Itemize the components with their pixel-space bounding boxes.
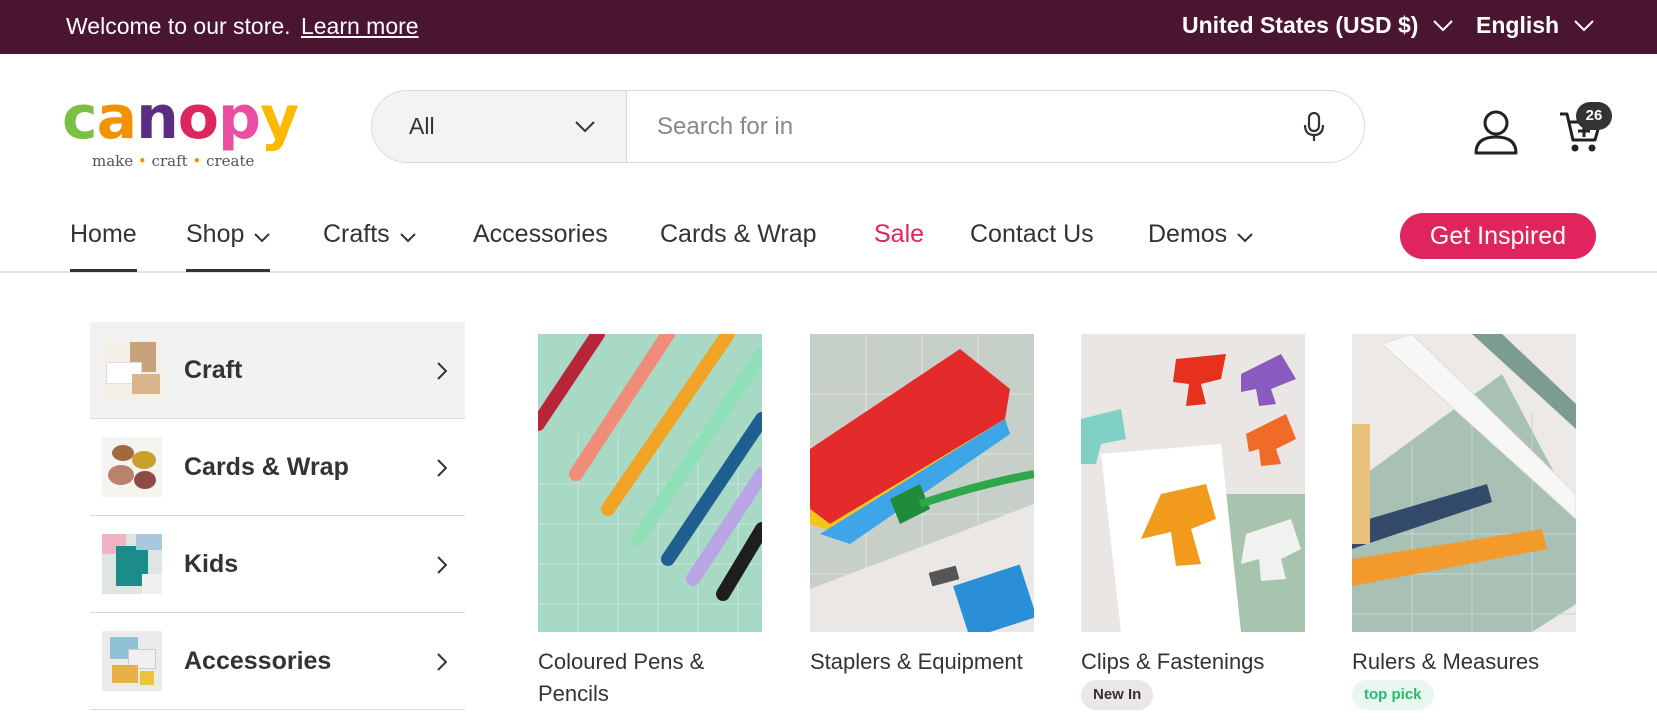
country-label: United States (USD $)	[1182, 12, 1419, 38]
product-card[interactable]: Clips & Fastenings New In	[1081, 334, 1305, 710]
chevron-right-icon	[437, 653, 447, 671]
logo-letter: c	[62, 83, 98, 153]
language-label: English	[1476, 12, 1560, 38]
product-image-pens[interactable]	[538, 334, 762, 632]
category-label: Kids	[184, 549, 239, 578]
cards-wrap-thumbnail	[102, 437, 162, 497]
country-selector[interactable]: United States (USD $)	[1182, 12, 1454, 39]
category-label: Accessories	[184, 646, 332, 675]
learn-more-link[interactable]: Learn more	[301, 13, 419, 39]
chevron-down-icon	[1237, 232, 1253, 242]
logo-wordmark: canopy	[62, 88, 299, 148]
nav-home[interactable]: Home	[70, 220, 137, 272]
nav-demos[interactable]: Demos	[1148, 220, 1253, 249]
main-navigation: Home Shop Crafts Accessories Cards & Wra…	[0, 200, 1657, 273]
nav-contact-us[interactable]: Contact Us	[970, 220, 1094, 249]
tagline-word: make	[92, 152, 134, 170]
logo-letter: y	[259, 83, 299, 153]
top-pick-badge: top pick	[1352, 680, 1434, 710]
language-selector[interactable]: English	[1476, 12, 1595, 39]
product-image-clips[interactable]	[1081, 334, 1305, 632]
nav-crafts-label: Crafts	[323, 220, 390, 248]
tagline-dot: •	[192, 152, 202, 170]
chevron-down-icon	[575, 120, 595, 132]
account-icon[interactable]	[1473, 108, 1519, 156]
logo-letter: n	[136, 83, 179, 153]
accessories-thumbnail	[102, 631, 162, 691]
search-category-value: All	[409, 113, 435, 139]
nav-demos-label: Demos	[1148, 220, 1228, 248]
cart-count-badge: 26	[1576, 102, 1612, 130]
welcome-message: Welcome to our store. Learn more	[66, 13, 419, 40]
chevron-down-icon	[254, 232, 271, 242]
category-item-accessories[interactable]: Accessories	[90, 613, 465, 710]
category-menu: Craft Cards & Wrap Kids Accessories	[90, 322, 465, 710]
product-image-rulers[interactable]	[1352, 334, 1576, 632]
kids-thumbnail	[102, 534, 162, 594]
product-name[interactable]: Staplers & Equipment	[810, 646, 1034, 678]
nav-sale[interactable]: Sale	[874, 220, 924, 249]
nav-contact-label: Contact Us	[970, 220, 1094, 248]
category-label: Craft	[184, 355, 243, 384]
microphone-icon[interactable]	[1264, 91, 1364, 162]
chevron-right-icon	[437, 362, 447, 380]
nav-cards-wrap-label: Cards & Wrap	[660, 220, 817, 248]
logo-letter: a	[96, 83, 137, 153]
search-category-select[interactable]: All	[372, 91, 627, 162]
welcome-text: Welcome to our store.	[66, 13, 291, 39]
category-label: Cards & Wrap	[184, 452, 349, 481]
product-name[interactable]: Rulers & Measures	[1352, 646, 1576, 678]
new-in-badge: New In	[1081, 680, 1154, 710]
chevron-down-icon	[1433, 19, 1454, 31]
announcement-bar: Welcome to our store. Learn more United …	[0, 0, 1657, 54]
nav-cards-wrap[interactable]: Cards & Wrap	[660, 220, 817, 249]
craft-thumbnail	[102, 340, 162, 400]
product-name[interactable]: Clips & Fastenings	[1081, 646, 1305, 678]
get-inspired-button[interactable]: Get Inspired	[1400, 213, 1596, 259]
tagline-dot: •	[137, 152, 147, 170]
chevron-right-icon	[437, 459, 447, 477]
tagline-word: create	[206, 152, 255, 170]
nav-shop-label: Shop	[186, 220, 245, 248]
cart-button[interactable]: 26	[1558, 102, 1612, 156]
logo-tagline: make • craft • create	[92, 152, 292, 170]
logo-letter: o	[177, 83, 219, 153]
tagline-word: craft	[151, 152, 188, 170]
search-bar: All	[371, 90, 1365, 163]
product-name[interactable]: Coloured Pens & Pencils	[538, 646, 762, 710]
category-item-kids[interactable]: Kids	[90, 516, 465, 613]
nav-shop[interactable]: Shop	[186, 220, 271, 272]
product-card[interactable]: Rulers & Measures top pick	[1352, 334, 1576, 710]
product-card[interactable]: Coloured Pens & Pencils	[538, 334, 762, 710]
nav-crafts[interactable]: Crafts	[323, 220, 416, 249]
nav-accessories-label: Accessories	[473, 220, 608, 248]
nav-sale-label: Sale	[874, 220, 925, 248]
search-input[interactable]	[627, 91, 1264, 162]
category-item-craft[interactable]: Craft	[90, 322, 465, 419]
nav-home-label: Home	[70, 220, 137, 248]
product-image-staplers[interactable]	[810, 334, 1034, 632]
category-item-cards-wrap[interactable]: Cards & Wrap	[90, 419, 465, 516]
product-card[interactable]: Staplers & Equipment	[810, 334, 1034, 678]
nav-accessories[interactable]: Accessories	[473, 220, 608, 249]
chevron-right-icon	[437, 556, 447, 574]
chevron-down-icon	[1574, 19, 1594, 31]
chevron-down-icon	[399, 232, 416, 242]
canopy-logo[interactable]: canopy make • craft • create	[62, 88, 299, 172]
logo-letter: p	[218, 83, 261, 153]
